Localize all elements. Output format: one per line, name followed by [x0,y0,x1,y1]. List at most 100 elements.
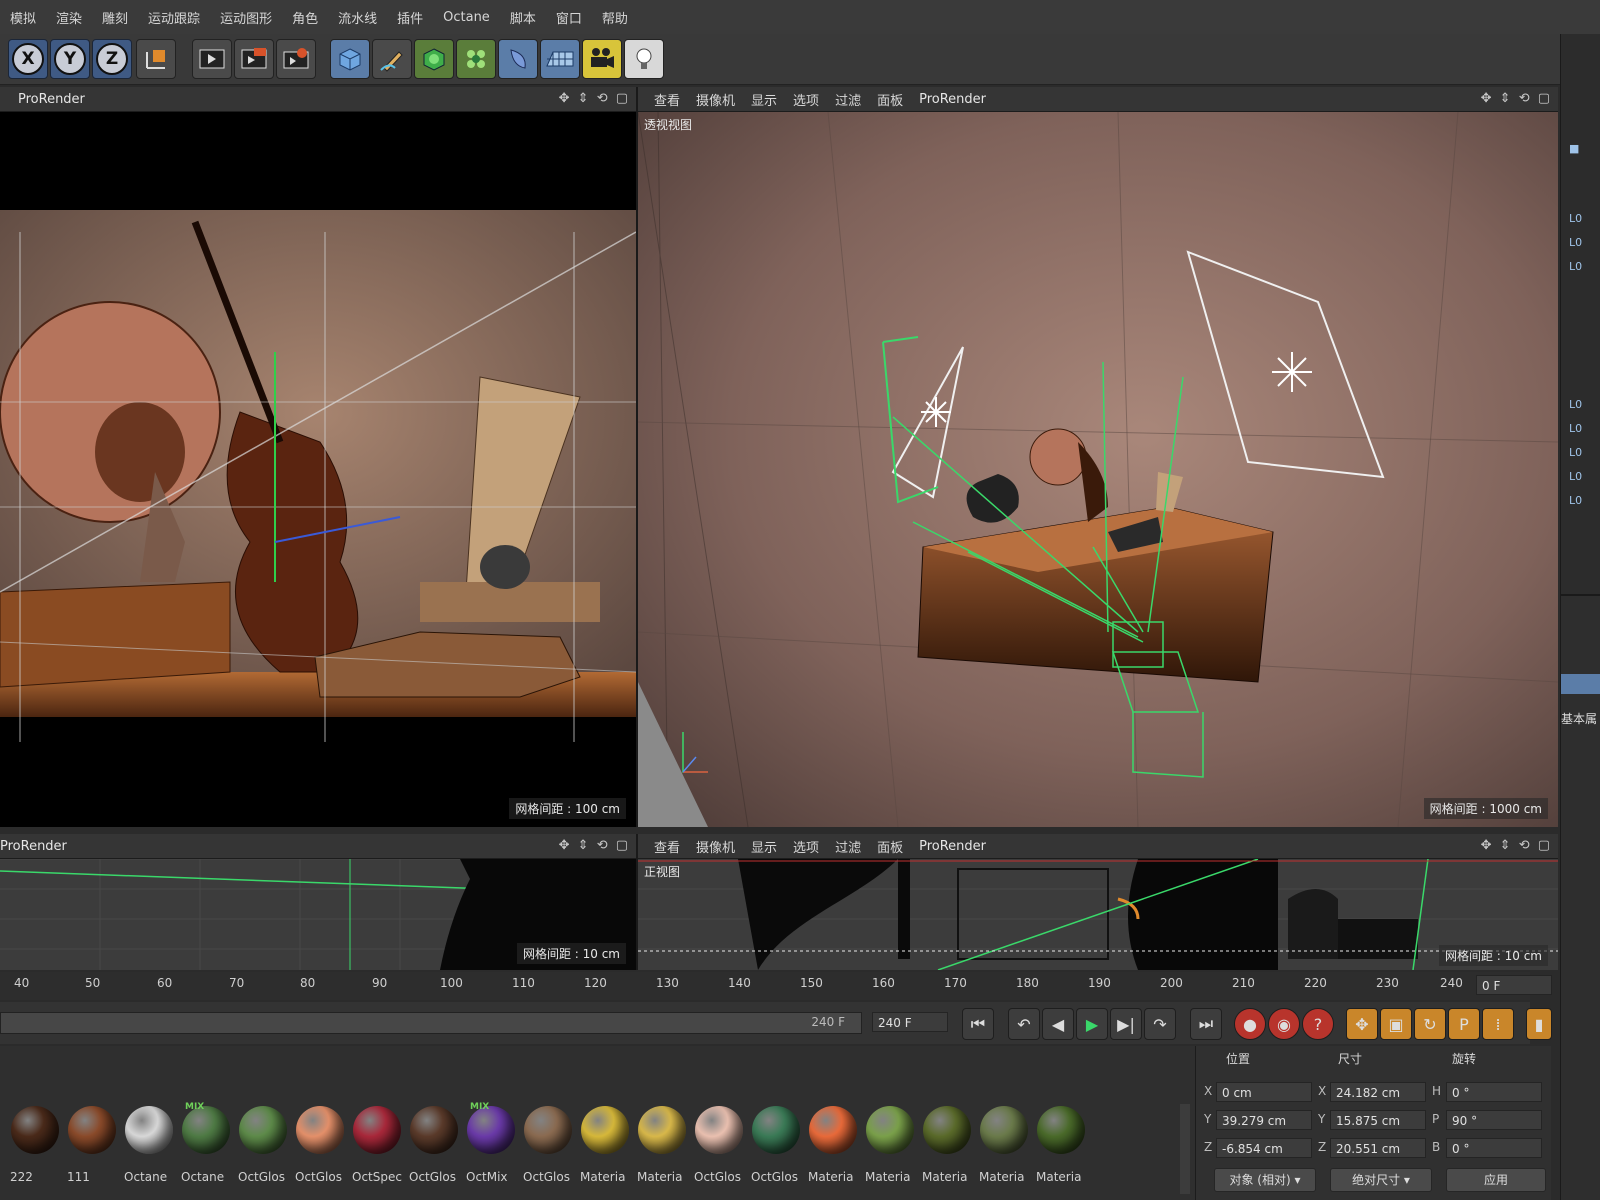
menu-item[interactable]: 渲染 [46,8,92,27]
cloner-icon[interactable] [456,39,496,79]
rotation-h-field[interactable]: 0 ° [1446,1082,1542,1102]
viewport-canvas[interactable]: 透视视图 网格间距 : 1000 cm [638,112,1558,827]
go-to-end-icon[interactable]: ⏭ [1190,1008,1222,1040]
next-frame-icon[interactable]: ▶| [1110,1008,1142,1040]
rotate-key-icon[interactable]: ↻ [1414,1008,1446,1040]
viewport-canvas[interactable]: 正视图 网格间距 : 10 cm [638,859,1558,970]
viewport-menu-filter[interactable]: 过滤 [835,837,861,856]
viewport-menu-view[interactable]: 查看 [654,837,680,856]
position-z-field[interactable]: -6.854 cm [1216,1138,1312,1158]
render-settings-icon[interactable] [276,39,316,79]
material-swatch[interactable]: OctGlos [293,1104,347,1190]
menu-item[interactable]: 插件 [387,8,433,27]
viewport-nav-icons[interactable]: ✥ ⇕ ⟲ ▢ [559,838,630,853]
renderer-label[interactable]: ProRender [919,839,986,854]
frame-range-slider[interactable]: 240 F [0,1012,862,1034]
z-axis-lock-button[interactable]: Z [92,39,132,79]
menu-item[interactable]: 帮助 [592,8,638,27]
menu-item[interactable]: 运动跟踪 [138,8,210,27]
previous-key-icon[interactable]: ↶ [1008,1008,1040,1040]
material-swatch[interactable]: OctGlos [692,1104,746,1190]
position-x-field[interactable]: 0 cm [1216,1082,1312,1102]
viewport-menu-cameras[interactable]: 摄像机 [696,90,735,109]
scale-key-icon[interactable]: ▣ [1380,1008,1412,1040]
viewport-menu-options[interactable]: 选项 [793,90,819,109]
go-to-start-icon[interactable]: ⏮ [962,1008,994,1040]
keyframe-selection-icon[interactable]: ? [1302,1008,1334,1040]
material-swatch[interactable]: OctSpec [350,1104,404,1190]
viewport-menu-cameras[interactable]: 摄像机 [696,837,735,856]
apply-button[interactable]: 应用 [1446,1168,1546,1192]
menu-item[interactable]: Octane [433,10,500,25]
render-to-picture-viewer-icon[interactable] [234,39,274,79]
floor-icon[interactable] [540,39,580,79]
play-icon[interactable]: ▶ [1076,1008,1108,1040]
previous-frame-icon[interactable]: ◀ [1042,1008,1074,1040]
timeline-ruler[interactable]: 40 50 60 70 80 90 100 110 120 130 140 15… [0,972,1552,1000]
viewport-menu-display[interactable]: 显示 [751,90,777,109]
material-swatch[interactable]: OctGlos [407,1104,461,1190]
size-y-field[interactable]: 15.875 cm [1330,1110,1426,1130]
next-key-icon[interactable]: ↷ [1144,1008,1176,1040]
material-swatch[interactable]: Materia [920,1104,974,1190]
subdivision-icon[interactable] [414,39,454,79]
point-level-icon[interactable]: ⁞ [1482,1008,1514,1040]
autokey-icon[interactable]: ◉ [1268,1008,1300,1040]
menu-item[interactable]: 窗口 [546,8,592,27]
end-frame-field[interactable]: 240 F [872,1012,948,1032]
viewport-canvas[interactable]: 网格间距 : 10 cm [0,859,636,970]
position-y-field[interactable]: 39.279 cm [1216,1110,1312,1130]
viewport-menu-display[interactable]: 显示 [751,837,777,856]
viewport-nav-icons[interactable]: ✥ ⇕ ⟲ ▢ [1481,91,1552,106]
material-swatch[interactable]: 222 [8,1104,62,1190]
material-scrollbar[interactable] [1180,1104,1190,1194]
deformer-icon[interactable] [498,39,538,79]
light-icon[interactable] [624,39,664,79]
menu-item[interactable]: 运动图形 [210,8,282,27]
coordinate-mode-dropdown[interactable]: 对象 (相对) ▾ [1214,1168,1316,1192]
material-swatch[interactable]: 111 [65,1104,119,1190]
x-axis-lock-button[interactable]: X [8,39,48,79]
viewport-menu-filter[interactable]: 过滤 [835,90,861,109]
current-frame-field[interactable]: 0 F [1476,975,1552,995]
attribute-tab-active[interactable] [1561,674,1600,694]
menu-item[interactable]: 流水线 [328,8,387,27]
material-swatch[interactable]: Materia [1034,1104,1088,1190]
rotation-b-field[interactable]: 0 ° [1446,1138,1542,1158]
object-manager-strip[interactable]: ■ L0 L0 L0 L0 L0 L0 L0 L0 [1561,34,1600,596]
material-swatch[interactable]: MIX OctMix [464,1102,518,1190]
menu-item[interactable]: 模拟 [0,8,46,27]
cube-icon[interactable] [330,39,370,79]
material-swatch[interactable]: OctGlos [521,1104,575,1190]
render-view-icon[interactable] [192,39,232,79]
material-swatch[interactable]: Materia [578,1104,632,1190]
move-key-icon[interactable]: ✥ [1346,1008,1378,1040]
size-mode-dropdown[interactable]: 绝对尺寸 ▾ [1330,1168,1432,1192]
record-active-icon[interactable]: ● [1234,1008,1266,1040]
camera-icon[interactable] [582,39,622,79]
material-swatch[interactable]: Materia [635,1104,689,1190]
material-swatch[interactable]: Materia [806,1104,860,1190]
pen-icon[interactable] [372,39,412,79]
renderer-label[interactable]: ProRender [919,92,986,107]
size-x-field[interactable]: 24.182 cm [1330,1082,1426,1102]
material-swatch[interactable]: OctGlos [749,1104,803,1190]
renderer-label[interactable]: ProRender [18,92,85,107]
material-swatch[interactable]: Materia [863,1104,917,1190]
menu-item[interactable]: 角色 [282,8,328,27]
coordinate-system-icon[interactable] [136,39,176,79]
y-axis-lock-button[interactable]: Y [50,39,90,79]
menu-item[interactable]: 雕刻 [92,8,138,27]
material-swatch[interactable]: MIX Octane [179,1102,233,1190]
viewport-menu-panel[interactable]: 面板 [877,90,903,109]
viewport-nav-icons[interactable]: ✥ ⇕ ⟲ ▢ [1481,838,1552,853]
material-swatch[interactable]: OctGlos [236,1104,290,1190]
param-key-icon[interactable]: P [1448,1008,1480,1040]
material-swatch[interactable]: Octane [122,1104,176,1190]
viewport-menu-view[interactable]: 查看 [654,90,680,109]
timeline-icon[interactable]: ▮ [1526,1008,1552,1040]
viewport-nav-icons[interactable]: ✥ ⇕ ⟲ ▢ [559,91,630,106]
size-z-field[interactable]: 20.551 cm [1330,1138,1426,1158]
renderer-label[interactable]: ProRender [0,839,67,854]
viewport-canvas[interactable]: 网格间距 : 100 cm [0,112,636,827]
